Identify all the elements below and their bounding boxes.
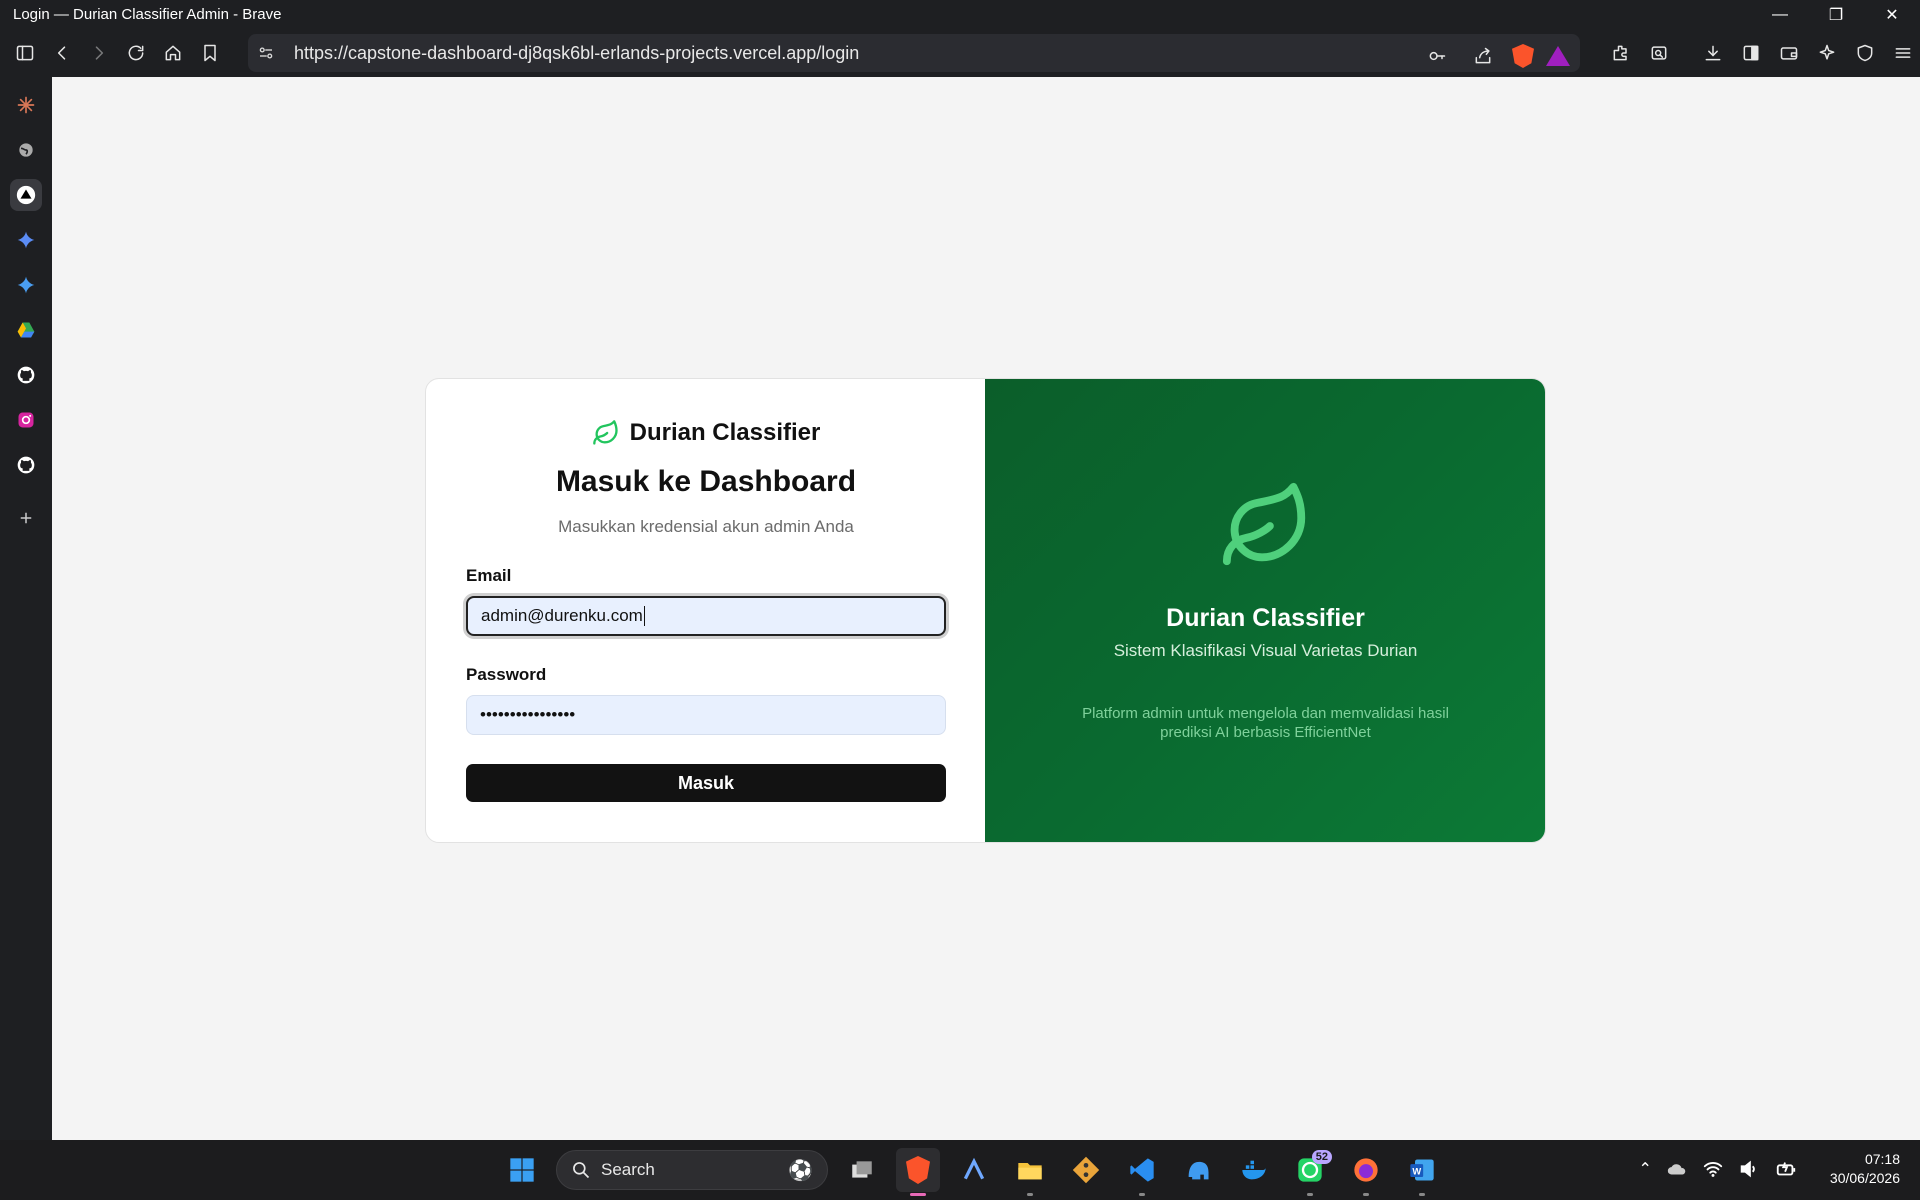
volume-icon[interactable] bbox=[1738, 1158, 1760, 1180]
forward-icon[interactable] bbox=[82, 36, 116, 70]
promo-subtitle: Sistem Klasifikasi Visual Varietas Duria… bbox=[1113, 641, 1418, 660]
chevron-up-icon[interactable]: ⌃ bbox=[1639, 1159, 1652, 1179]
window-controls: — ❐ ✕ bbox=[1752, 0, 1920, 29]
github-icon[interactable] bbox=[10, 359, 42, 391]
sidepanel-icon[interactable] bbox=[1734, 36, 1768, 70]
bookmark-icon[interactable] bbox=[193, 36, 227, 70]
browser-toolbar: https://capstone-dashboard-dj8qsk6bl-erl… bbox=[0, 29, 1920, 77]
sidebar-toggle-icon[interactable] bbox=[8, 36, 42, 70]
leaf-icon bbox=[592, 420, 618, 445]
firefox-icon[interactable] bbox=[1344, 1148, 1388, 1196]
clock[interactable]: 07:18 30/06/2026 bbox=[1830, 1150, 1900, 1188]
address-bar[interactable]: https://capstone-dashboard-dj8qsk6bl-erl… bbox=[248, 34, 1580, 72]
restore-button[interactable]: ❐ bbox=[1808, 0, 1864, 29]
extensions-icon[interactable] bbox=[1604, 36, 1638, 70]
close-button[interactable]: ✕ bbox=[1864, 0, 1920, 29]
active-indicator bbox=[910, 1193, 926, 1196]
add-panel-icon[interactable] bbox=[10, 502, 42, 534]
svg-text:W: W bbox=[1412, 1167, 1421, 1177]
vpn-icon[interactable] bbox=[1848, 36, 1882, 70]
notification-badge: 52 bbox=[1311, 1150, 1332, 1164]
login-card: Durian Classifier Masuk ke Dashboard Mas… bbox=[425, 378, 1546, 843]
password-label: Password bbox=[466, 665, 547, 684]
home-icon[interactable] bbox=[156, 36, 190, 70]
page-content: Durian Classifier Masuk ke Dashboard Mas… bbox=[52, 80, 1920, 1140]
brave-shields-icon[interactable] bbox=[1512, 44, 1534, 68]
word-icon[interactable]: W bbox=[1400, 1148, 1444, 1196]
promo-description: Platform admin untuk mengelola dan memva… bbox=[1082, 705, 1449, 741]
leaf-icon-large bbox=[1222, 482, 1306, 566]
url-text: https://capstone-dashboard-dj8qsk6bl-erl… bbox=[294, 42, 860, 63]
login-form-panel: Durian Classifier Masuk ke Dashboard Mas… bbox=[426, 379, 985, 842]
gemini-icon[interactable] bbox=[10, 224, 42, 256]
onedrive-icon[interactable] bbox=[1666, 1158, 1688, 1180]
search-label: Search bbox=[601, 1160, 655, 1179]
minimize-button[interactable]: — bbox=[1752, 0, 1808, 29]
download-icon[interactable] bbox=[1696, 36, 1730, 70]
window-title: Login — Durian Classifier Admin - Brave bbox=[13, 6, 282, 23]
task-view-icon[interactable] bbox=[840, 1148, 884, 1192]
wifi-icon[interactable] bbox=[1702, 1158, 1724, 1180]
email-value: admin@durenku.com bbox=[481, 606, 643, 625]
search-icon bbox=[573, 1162, 590, 1179]
site-settings-icon[interactable] bbox=[248, 44, 284, 62]
windows-taskbar: Search ⚽ 52 W ⌃ 07:18 30/06/2026 bbox=[0, 1140, 1920, 1200]
taskbar-search[interactable]: Search ⚽ bbox=[556, 1150, 828, 1190]
email-field[interactable]: admin@durenku.com bbox=[466, 596, 946, 636]
soccer-ball-icon: ⚽ bbox=[788, 1159, 813, 1182]
reload-icon[interactable] bbox=[119, 36, 153, 70]
reader-mode-icon[interactable] bbox=[1642, 36, 1676, 70]
brave-rewards-icon[interactable] bbox=[1546, 46, 1570, 66]
brand: Durian Classifier bbox=[426, 419, 986, 447]
clock-date: 30/06/2026 bbox=[1829, 1170, 1900, 1186]
brand-name: Durian Classifier bbox=[629, 419, 821, 446]
globe-icon[interactable] bbox=[10, 134, 42, 166]
system-tray: ⌃ 07:18 30/06/2026 bbox=[1639, 1150, 1900, 1188]
share-icon[interactable] bbox=[1466, 39, 1500, 73]
claude-icon[interactable] bbox=[10, 89, 42, 121]
running-indicator bbox=[1307, 1193, 1313, 1196]
menu-icon[interactable] bbox=[1886, 36, 1920, 70]
running-indicator bbox=[1363, 1193, 1369, 1196]
password-field[interactable]: •••••••••••••••• bbox=[466, 695, 946, 735]
key-icon[interactable] bbox=[1420, 39, 1454, 73]
github-2-icon[interactable] bbox=[10, 449, 42, 481]
browser-sidebar bbox=[0, 77, 52, 1140]
file-explorer-icon[interactable] bbox=[1008, 1148, 1052, 1196]
start-icon[interactable] bbox=[500, 1148, 544, 1192]
page-title: Masuk ke Dashboard bbox=[555, 465, 857, 498]
running-indicator bbox=[1419, 1193, 1425, 1196]
docker-icon[interactable] bbox=[1232, 1148, 1276, 1192]
clock-time: 07:18 bbox=[1864, 1151, 1900, 1167]
password-value: •••••••••••••••• bbox=[480, 705, 576, 724]
promo-panel: Durian Classifier Sistem Klasifikasi Vis… bbox=[985, 379, 1545, 842]
back-icon[interactable] bbox=[45, 36, 79, 70]
instagram-icon[interactable] bbox=[10, 404, 42, 436]
vercel-icon[interactable] bbox=[10, 179, 42, 211]
wallet-icon[interactable] bbox=[1772, 36, 1806, 70]
arc-icon[interactable] bbox=[952, 1148, 996, 1192]
leo-ai-icon[interactable] bbox=[1810, 36, 1844, 70]
gemini-2-icon[interactable] bbox=[10, 269, 42, 301]
text-caret bbox=[643, 606, 645, 626]
whatsapp-icon[interactable]: 52 bbox=[1288, 1148, 1332, 1196]
running-indicator bbox=[1027, 1193, 1033, 1196]
google-drive-icon[interactable] bbox=[10, 314, 42, 346]
promo-title: Durian Classifier bbox=[1166, 604, 1365, 632]
page-subtitle: Masukkan kredensial akun admin Anda bbox=[558, 517, 854, 536]
vscode-icon[interactable] bbox=[1120, 1148, 1164, 1196]
battery-icon[interactable] bbox=[1774, 1158, 1798, 1180]
running-indicator bbox=[1139, 1193, 1145, 1196]
git-icon[interactable] bbox=[1064, 1148, 1108, 1192]
window-titlebar: Login — Durian Classifier Admin - Brave … bbox=[0, 0, 1920, 29]
elephant-app-icon[interactable] bbox=[1176, 1148, 1220, 1192]
brave-taskbar-icon[interactable] bbox=[896, 1148, 940, 1196]
email-label: Email bbox=[466, 566, 512, 585]
login-button[interactable]: Masuk bbox=[466, 764, 946, 802]
